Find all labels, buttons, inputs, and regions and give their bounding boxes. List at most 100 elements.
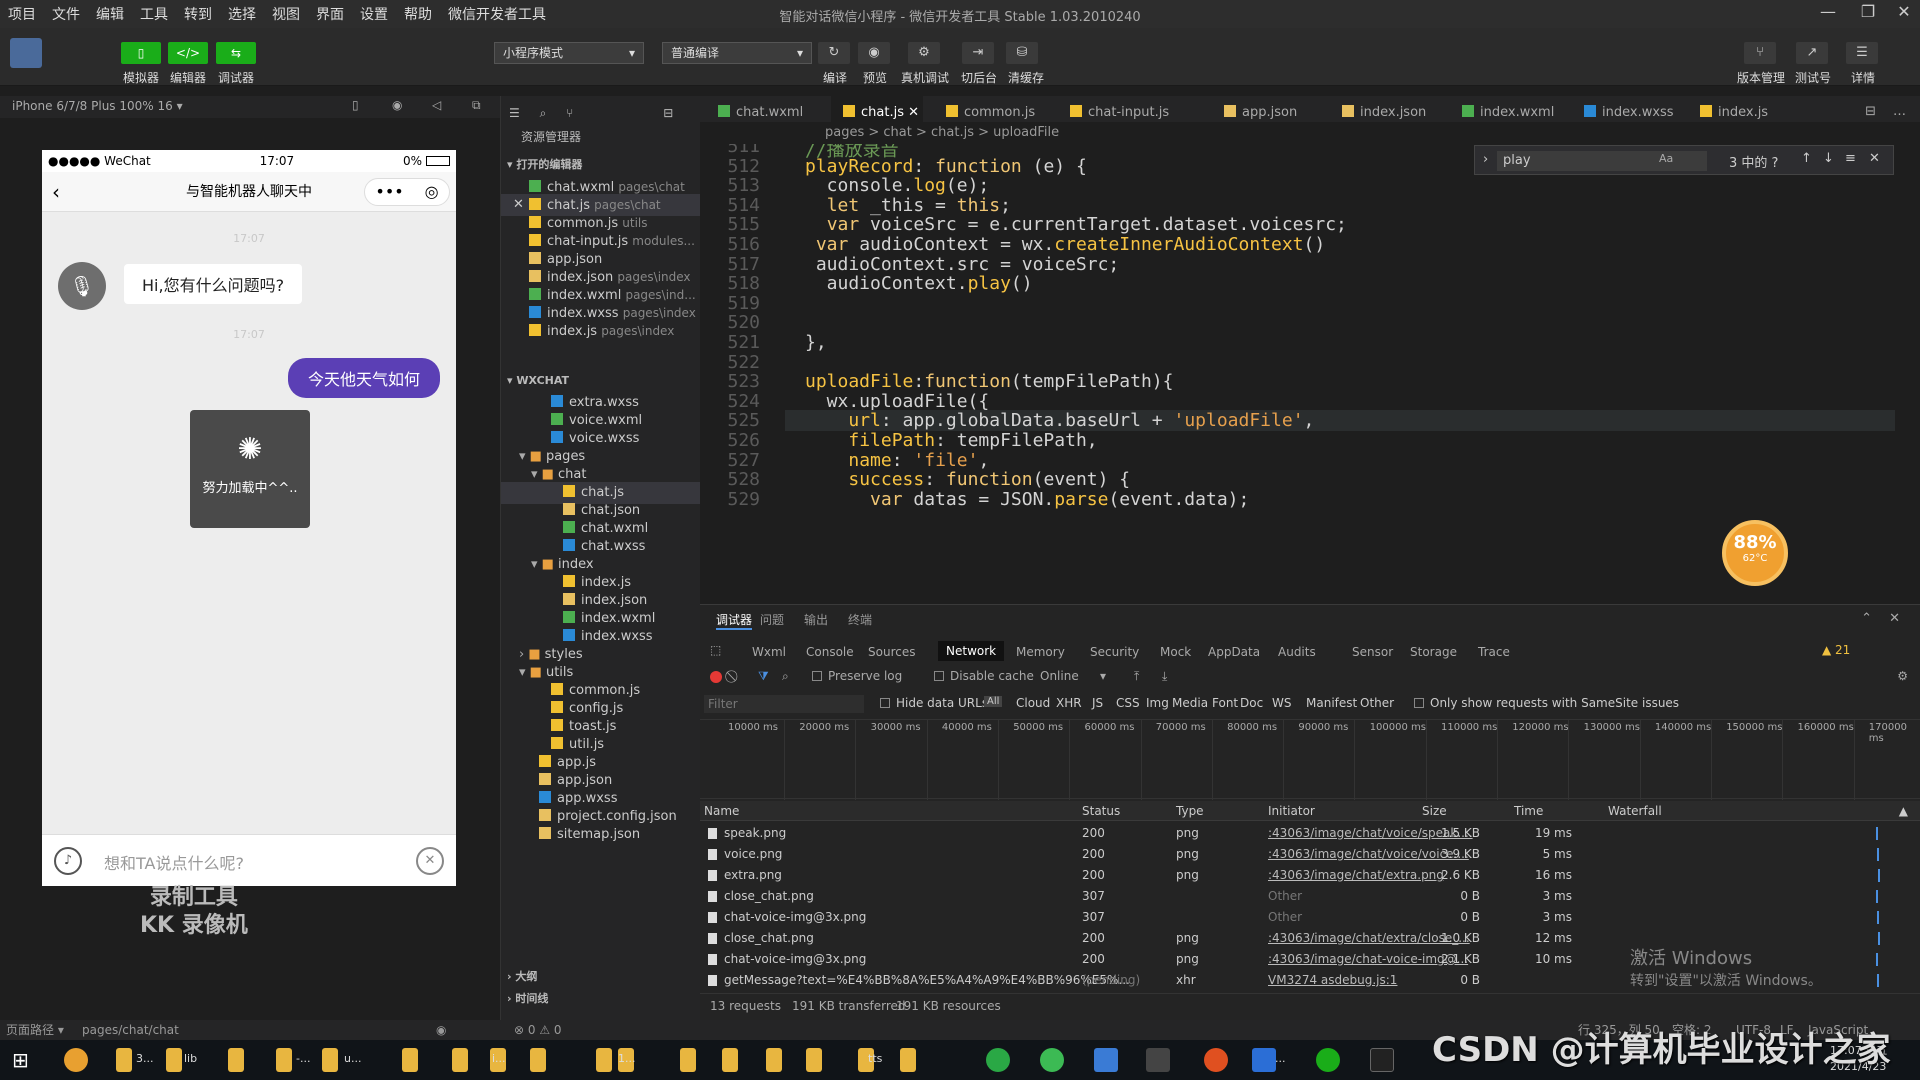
search-icon[interactable]: ⌕ bbox=[540, 106, 547, 120]
filter-cloud[interactable]: Cloud bbox=[1016, 696, 1050, 710]
real-debug-icon[interactable]: ⚙ bbox=[908, 42, 940, 64]
devtools-tab-mock[interactable]: Mock bbox=[1160, 645, 1191, 659]
pen-icon[interactable] bbox=[1146, 1048, 1170, 1072]
list-icon[interactable]: ☰ bbox=[509, 106, 520, 120]
close-tab-icon[interactable]: ✕ bbox=[904, 105, 919, 120]
code-line[interactable]: uploadFile:function(tempFilePath){ bbox=[805, 371, 1173, 392]
devtools-tab-memory[interactable]: Memory bbox=[1016, 645, 1065, 659]
col-status[interactable]: Status bbox=[1082, 801, 1120, 821]
simulator-button[interactable]: ▯ bbox=[121, 42, 161, 64]
folder-icon[interactable] bbox=[452, 1048, 468, 1072]
filter-icon[interactable]: ⧩ bbox=[758, 669, 769, 684]
request-row[interactable]: extra.png 200 png:43063/image/chat/extra.p… bbox=[700, 865, 1920, 886]
folder-icon[interactable] bbox=[530, 1048, 546, 1072]
col-waterfall[interactable]: Waterfall bbox=[1608, 801, 1662, 821]
col-time[interactable]: Time bbox=[1514, 801, 1543, 821]
menu-select[interactable]: 选择 bbox=[220, 4, 264, 24]
folder-icon[interactable] bbox=[806, 1048, 822, 1072]
import-icon[interactable]: ⤒ bbox=[1134, 669, 1139, 684]
find-input[interactable]: play bbox=[1497, 151, 1707, 171]
match-case-icon[interactable]: Aa bbox=[1659, 152, 1673, 165]
panel-icon[interactable]: ⊟ bbox=[663, 106, 673, 120]
chrome-icon[interactable] bbox=[64, 1048, 88, 1072]
preview-icon[interactable]: ◉ bbox=[858, 42, 890, 64]
filter-input[interactable]: Filter bbox=[704, 695, 864, 713]
refresh-icon[interactable]: ↻ bbox=[818, 42, 850, 64]
devtools-tab-trace[interactable]: Trace bbox=[1478, 645, 1510, 659]
code-line[interactable]: audioContext.src = voiceSrc; bbox=[805, 254, 1119, 275]
code-line[interactable]: url: app.globalData.baseUrl + 'uploadFil… bbox=[785, 410, 1895, 432]
app-icon[interactable] bbox=[1040, 1048, 1064, 1072]
timeline-section[interactable]: › 时间线 bbox=[501, 988, 701, 1010]
more-icon[interactable]: ••• bbox=[375, 172, 403, 212]
device-select[interactable]: iPhone 6/7/8 Plus 100% 16 ▾ bbox=[12, 99, 183, 113]
devtools-tab-sources[interactable]: Sources bbox=[868, 645, 915, 659]
version-icon[interactable]: ⑂ bbox=[1744, 42, 1776, 64]
devtools-top-tab[interactable]: 输出 bbox=[804, 611, 828, 628]
code-line[interactable]: playRecord: function (e) { bbox=[805, 156, 1087, 177]
wxchat-section[interactable]: ▾ WXCHAT bbox=[501, 370, 701, 392]
details-icon[interactable]: ☰ bbox=[1846, 42, 1878, 64]
debugger-button[interactable]: ⇆ bbox=[216, 42, 256, 64]
filter-doc[interactable]: Doc bbox=[1240, 696, 1263, 710]
code-line[interactable]: }, bbox=[805, 332, 827, 353]
folder-icon[interactable] bbox=[322, 1048, 338, 1072]
code-line[interactable]: console.log(e); bbox=[805, 175, 990, 196]
folder-icon[interactable] bbox=[228, 1048, 244, 1072]
chat-input[interactable]: 想和TA说点什么呢? bbox=[104, 850, 244, 874]
record-icon[interactable]: ◉ bbox=[392, 98, 402, 112]
clear-cache-icon[interactable]: ⛁ bbox=[1006, 42, 1038, 64]
request-row[interactable]: close_chat.png 307 Other 0 B 3 ms bbox=[700, 886, 1920, 907]
minimize-icon[interactable]: — bbox=[1808, 2, 1848, 26]
devtools-tab-network[interactable]: Network bbox=[938, 641, 1005, 661]
devtools-top-tab[interactable]: 调试器 bbox=[716, 611, 753, 630]
eye-icon[interactable]: ◉ bbox=[436, 1020, 446, 1040]
open-editors-section[interactable]: ▾ 打开的编辑器 bbox=[501, 154, 701, 176]
devtools-tab-console[interactable]: Console bbox=[806, 645, 854, 659]
filter-other[interactable]: Other bbox=[1360, 696, 1394, 710]
code-line[interactable]: name: 'file', bbox=[805, 450, 989, 471]
menu-devtools[interactable]: 微信开发者工具 bbox=[440, 4, 554, 24]
code-line[interactable]: var voiceSrc = e.currentTarget.dataset.v… bbox=[805, 214, 1347, 235]
outline-section[interactable]: › 大纲 bbox=[501, 966, 701, 988]
branch-icon[interactable]: ⑂ bbox=[566, 106, 573, 120]
filter-img[interactable]: Img bbox=[1146, 696, 1169, 710]
close-find-icon[interactable]: ✕ bbox=[1869, 151, 1880, 166]
devtools-tab-storage[interactable]: Storage bbox=[1410, 645, 1457, 659]
menu-view[interactable]: 视图 bbox=[264, 4, 308, 24]
folder-icon[interactable] bbox=[680, 1048, 696, 1072]
devtools-tab-audits[interactable]: Audits bbox=[1278, 645, 1316, 659]
terminal-icon[interactable] bbox=[1370, 1048, 1394, 1072]
devtools-tab-security[interactable]: Security bbox=[1090, 645, 1139, 659]
folder-icon[interactable] bbox=[116, 1048, 132, 1072]
wechat-icon[interactable] bbox=[986, 1048, 1010, 1072]
preserve-log-checkbox[interactable] bbox=[812, 671, 822, 681]
open-editor-item[interactable]: index.js pages\index bbox=[501, 320, 701, 342]
folder-icon[interactable] bbox=[766, 1048, 782, 1072]
editor-button[interactable]: </> bbox=[168, 42, 208, 64]
code-line[interactable]: filePath: tempFilePath, bbox=[805, 430, 1097, 451]
collapse-icon[interactable]: ⌃ bbox=[1861, 611, 1872, 626]
menu-goto[interactable]: 转到 bbox=[176, 4, 220, 24]
window-icon[interactable]: ⧉ bbox=[472, 98, 481, 113]
devtools-top-tab[interactable]: 问题 bbox=[760, 611, 784, 628]
code-line[interactable]: wx.uploadFile({ bbox=[805, 391, 990, 412]
network-timeline[interactable]: 10000 ms 20000 ms 30000 ms 40000 ms 50000 ms… bbox=[700, 719, 1920, 800]
breadcrumb-path[interactable]: pages > chat > chat.js > uploadFile bbox=[825, 125, 1059, 140]
close-devtools-icon[interactable]: ✕ bbox=[1889, 611, 1900, 626]
code-line[interactable]: var datas = JSON.parse(event.data); bbox=[805, 489, 1249, 510]
code-line[interactable]: audioContext.play() bbox=[805, 273, 1033, 294]
menu-file[interactable]: 文件 bbox=[44, 4, 88, 24]
code-line[interactable]: var audioContext = wx.createInnerAudioCo… bbox=[805, 234, 1325, 255]
folder-icon[interactable] bbox=[900, 1048, 916, 1072]
filter-font[interactable]: Font bbox=[1212, 696, 1238, 710]
filter-js[interactable]: JS bbox=[1092, 696, 1103, 710]
request-row[interactable]: voice.png 200 png:43063/image/chat/voice/v… bbox=[700, 844, 1920, 865]
filter-ws[interactable]: WS bbox=[1272, 696, 1291, 710]
split-editor-icon[interactable]: ⊟ bbox=[1865, 104, 1876, 119]
code-line[interactable]: success: function(event) { bbox=[805, 469, 1130, 490]
capsule-close-icon[interactable]: ◎ bbox=[425, 172, 439, 212]
request-row[interactable]: chat-voice-img@3x.png 307 Other 0 B 3 ms bbox=[700, 907, 1920, 928]
col-size[interactable]: Size bbox=[1422, 801, 1447, 821]
menu-edit[interactable]: 编辑 bbox=[88, 4, 132, 24]
